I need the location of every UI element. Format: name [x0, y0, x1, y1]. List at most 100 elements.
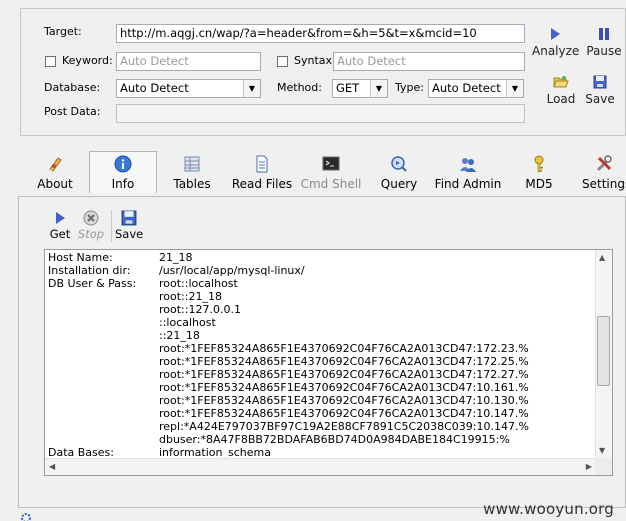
play-icon	[56, 212, 65, 224]
tab-about-label: About	[37, 177, 73, 191]
scroll-corner	[595, 458, 612, 475]
tab-read-files[interactable]: Read Files	[231, 153, 293, 195]
horizontal-scrollbar[interactable]: ◀ ▶	[45, 458, 596, 475]
toolbar-divider	[111, 210, 112, 242]
output-row-value: root:*1FEF85324A865F1E4370692C04F76CA2A0…	[159, 394, 529, 407]
tab-settings-label: Settings	[582, 177, 626, 191]
vertical-scrollbar[interactable]: ▲ ▼	[595, 250, 612, 459]
database-select[interactable]: Auto Detect ▼	[116, 79, 261, 98]
output-row-value: ::localhost	[159, 316, 216, 329]
tab-info-label: Info	[111, 177, 135, 191]
document-icon	[256, 155, 268, 173]
scroll-down-arrow-icon[interactable]: ▼	[599, 446, 605, 455]
save-config-button[interactable]: Save	[582, 75, 618, 106]
tab-query-label: Query	[380, 177, 418, 191]
stop-button[interactable]: Stop	[76, 210, 106, 241]
type-select[interactable]: Auto Detect ▼	[428, 79, 524, 98]
output-row-key: DB User & Pass:	[48, 277, 137, 290]
floppy-disk-icon	[593, 75, 607, 89]
table-icon	[184, 156, 200, 172]
syntax-input[interactable]: Auto Detect	[333, 52, 525, 71]
output-row-key: Host Name:	[48, 251, 113, 264]
terminal-icon	[322, 156, 340, 171]
output-row-value: root:*1FEF85324A865F1E4370692C04F76CA2A0…	[159, 368, 529, 381]
tools-icon	[596, 155, 612, 172]
load-button[interactable]: Load	[542, 75, 580, 106]
output-row-value: root:*1FEF85324A865F1E4370692C04F76CA2A0…	[159, 342, 529, 355]
target-label: Target:	[44, 25, 82, 38]
syntax-checkbox[interactable]	[277, 56, 288, 67]
scroll-up-arrow-icon[interactable]: ▲	[599, 253, 605, 262]
tab-info[interactable]: Info	[89, 151, 157, 193]
tab-tables-label: Tables	[173, 177, 211, 191]
type-label: Type:	[395, 81, 424, 94]
output-row-value: /usr/local/app/mysql-linux/	[159, 264, 305, 277]
chevron-down-icon[interactable]: ▼	[506, 80, 523, 97]
play-icon	[551, 28, 560, 40]
get-button[interactable]: Get	[47, 211, 73, 241]
analyze-label: Analyze	[532, 44, 580, 58]
status-gear-icon	[20, 512, 32, 521]
get-label: Get	[49, 227, 71, 241]
folder-open-icon	[553, 76, 569, 88]
method-select[interactable]: GET ▼	[332, 79, 388, 98]
info-icon	[114, 155, 132, 173]
output-row-key: Installation dir:	[48, 264, 131, 277]
output-row-value: ::21_18	[159, 329, 200, 342]
chevron-down-icon[interactable]: ▼	[243, 80, 260, 97]
config-panel: Target: http://m.aqgj.cn/wap/?a=header&f…	[20, 8, 626, 136]
tab-find-admin-label: Find Admin	[434, 177, 502, 191]
analyze-button[interactable]: Analyze	[532, 27, 580, 58]
post-data-input[interactable]	[116, 104, 525, 123]
output-row-value: root::21_18	[159, 290, 222, 303]
output-row-value: root:*1FEF85324A865F1E4370692C04F76CA2A0…	[159, 407, 529, 420]
vertical-scroll-thumb[interactable]	[597, 316, 610, 386]
database-label: Database:	[44, 81, 101, 94]
keyword-checkbox[interactable]	[45, 56, 56, 67]
pause-button[interactable]: Pause	[584, 27, 624, 58]
save-info-label: Save	[115, 227, 144, 241]
tab-md5[interactable]: MD5	[519, 153, 559, 195]
floppy-disk-icon	[121, 210, 137, 226]
scroll-left-arrow-icon[interactable]: ◀	[49, 462, 55, 471]
load-label: Load	[546, 92, 576, 106]
output-row-value: 21_18	[159, 251, 193, 264]
watermark: www.wooyun.org	[483, 500, 614, 518]
stop-label: Stop	[77, 227, 105, 241]
syntax-label: Syntax:	[294, 54, 336, 67]
chevron-down-icon[interactable]: ▼	[370, 80, 387, 97]
tab-cmd-shell[interactable]: Cmd Shell	[300, 153, 362, 195]
stop-icon	[83, 210, 99, 226]
output-row-value: dbuser:*8A47F8BB72BDAFAB6BD74D0A984DABE1…	[159, 433, 510, 446]
tab-md5-label: MD5	[525, 177, 553, 191]
save-info-button[interactable]: Save	[115, 210, 143, 241]
output-row-value: root:*1FEF85324A865F1E4370692C04F76CA2A0…	[159, 355, 529, 368]
tab-settings[interactable]: Settings	[582, 153, 626, 195]
keyword-input[interactable]: Auto Detect	[116, 52, 261, 71]
method-label: Method:	[277, 81, 322, 94]
method-select-value: GET	[336, 81, 360, 95]
query-icon	[391, 156, 407, 172]
scroll-right-arrow-icon[interactable]: ▶	[586, 462, 592, 471]
tab-tables[interactable]: Tables	[168, 153, 216, 195]
key-icon	[534, 155, 544, 173]
tab-read-files-label: Read Files	[231, 177, 293, 191]
pause-icon	[599, 28, 609, 40]
users-icon	[460, 158, 476, 172]
database-select-value: Auto Detect	[120, 81, 189, 95]
save-config-label: Save	[585, 92, 615, 106]
tab-query[interactable]: Query	[376, 153, 422, 195]
tab-cmd-shell-label: Cmd Shell	[300, 177, 362, 191]
target-url-input[interactable]: http://m.aqgj.cn/wap/?a=header&from=&h=5…	[116, 24, 525, 43]
post-data-label: Post Data:	[44, 105, 101, 118]
output-row-value: root::127.0.0.1	[159, 303, 241, 316]
tab-about[interactable]: About	[31, 153, 79, 195]
pause-label: Pause	[586, 44, 622, 58]
pencil-icon	[49, 157, 62, 172]
output-row-value: root::localhost	[159, 277, 238, 290]
output-row-value: repl:*A424E797037BF97C19A2E88CF7891C5C20…	[159, 420, 529, 433]
keyword-label: Keyword:	[62, 54, 113, 67]
type-select-value: Auto Detect	[432, 81, 501, 95]
output-textarea[interactable]: Host Name: 21_18 Installation dir: /usr/loc…	[44, 249, 613, 476]
tab-find-admin[interactable]: Find Admin	[434, 153, 502, 195]
